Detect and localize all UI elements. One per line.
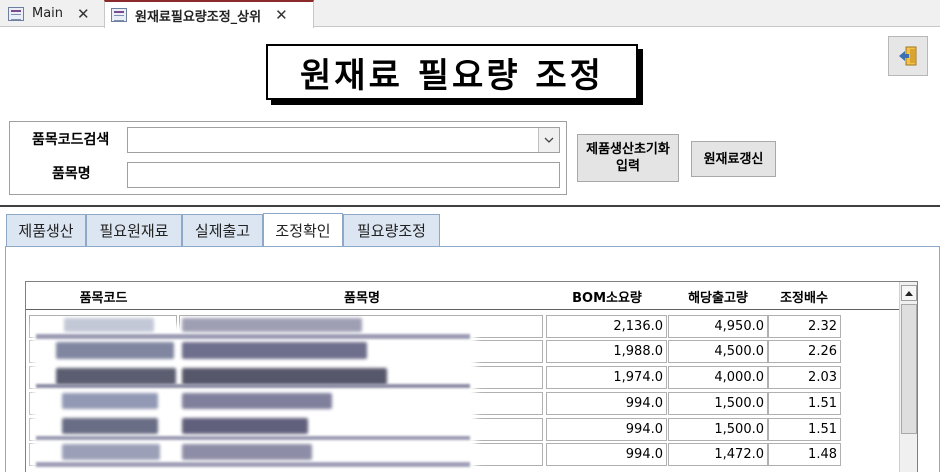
close-icon[interactable]: ✕	[275, 6, 288, 24]
adjust-factor-cell[interactable]: 1.48	[768, 443, 841, 466]
item-code-search-combo[interactable]	[127, 127, 560, 153]
redacted-text	[62, 393, 158, 409]
redacted-text	[182, 368, 387, 385]
item-code-search-label: 품목코드검색	[32, 132, 110, 148]
column-header-item-name: 품목명	[344, 290, 380, 306]
page-title: 원재료 필요량 조정	[266, 44, 638, 100]
release-qty-cell[interactable]: 1,472.0	[668, 443, 768, 466]
exit-door-icon	[899, 46, 917, 66]
scrollbar-thumb[interactable]	[901, 304, 917, 434]
raw-material-refresh-button[interactable]: 원재료갱신	[691, 141, 776, 177]
bom-qty-cell[interactable]: 994.0	[546, 418, 667, 441]
tab-main-label: Main	[32, 6, 64, 21]
redacted-text	[62, 418, 158, 434]
bom-qty-cell[interactable]: 994.0	[546, 392, 667, 415]
redacted-text	[56, 342, 174, 359]
tab-main[interactable]: Main ✕	[8, 0, 104, 27]
redacted-text	[36, 334, 470, 339]
item-name-label: 품목명	[52, 166, 91, 182]
tab-active-label: 원재료필요량조정_상위	[135, 9, 262, 25]
adjust-check-grid: 품목코드 품목명 BOM소요량 해당출고량 조정배수 2,136.0 4,950…	[25, 281, 918, 472]
grid-header: 품목코드 품목명 BOM소요량 해당출고량 조정배수	[26, 282, 899, 310]
scroll-up-icon[interactable]	[901, 285, 917, 301]
redacted-text	[182, 444, 312, 460]
adjust-factor-cell[interactable]: 2.32	[768, 315, 841, 338]
release-qty-cell[interactable]: 4,950.0	[668, 315, 768, 338]
redacted-text	[64, 318, 154, 332]
redacted-text	[56, 368, 176, 385]
release-qty-cell[interactable]: 4,000.0	[668, 366, 768, 389]
product-init-button-line2: 입력	[616, 159, 640, 174]
tab-quantity-adjust[interactable]: 필요량조정	[343, 214, 440, 246]
column-header-adjust-factor: 조정배수	[780, 290, 828, 306]
divider	[0, 205, 940, 207]
redacted-text	[182, 342, 367, 359]
adjust-factor-cell[interactable]: 2.26	[768, 340, 841, 363]
tab-adjust-check[interactable]: 조정확인	[263, 213, 343, 247]
form-icon	[8, 6, 24, 21]
product-init-button-line1: 제품생산초기화	[586, 142, 670, 157]
item-name-field[interactable]	[127, 162, 560, 188]
adjust-factor-cell[interactable]: 2.03	[768, 366, 841, 389]
redacted-text	[62, 444, 160, 460]
release-qty-cell[interactable]: 1,500.0	[668, 418, 768, 441]
product-init-input-button[interactable]: 제품생산초기화 입력	[577, 134, 679, 182]
redacted-text	[36, 384, 470, 388]
column-header-item-code: 품목코드	[79, 290, 128, 306]
exit-button[interactable]	[888, 36, 928, 76]
column-header-bom-qty: BOM소요량	[572, 290, 642, 306]
form-icon	[111, 8, 127, 22]
adjust-factor-cell[interactable]: 1.51	[768, 418, 841, 441]
bom-qty-cell[interactable]: 1,988.0	[546, 340, 667, 363]
redacted-text	[36, 436, 470, 440]
redacted-text	[36, 462, 470, 467]
release-qty-cell[interactable]: 4,500.0	[668, 340, 768, 363]
chevron-down-icon[interactable]	[538, 128, 559, 152]
tab-raw-material-adjust[interactable]: 원재료필요량조정_상위 ✕	[104, 0, 314, 28]
tab-actual-release[interactable]: 실제출고	[182, 214, 263, 246]
bom-qty-cell[interactable]: 1,974.0	[546, 366, 667, 389]
tab-product-production[interactable]: 제품생산	[6, 214, 86, 246]
bom-qty-cell[interactable]: 994.0	[546, 443, 667, 466]
redacted-text	[182, 418, 308, 434]
bom-qty-cell[interactable]: 2,136.0	[546, 315, 667, 338]
release-qty-cell[interactable]: 1,500.0	[668, 392, 768, 415]
close-icon[interactable]: ✕	[77, 5, 90, 23]
adjust-factor-cell[interactable]: 1.51	[768, 392, 841, 415]
redacted-text	[182, 393, 332, 409]
redacted-text	[182, 318, 362, 332]
tab-required-materials[interactable]: 필요원재료	[86, 214, 182, 246]
column-header-release-qty: 해당출고량	[688, 290, 748, 306]
